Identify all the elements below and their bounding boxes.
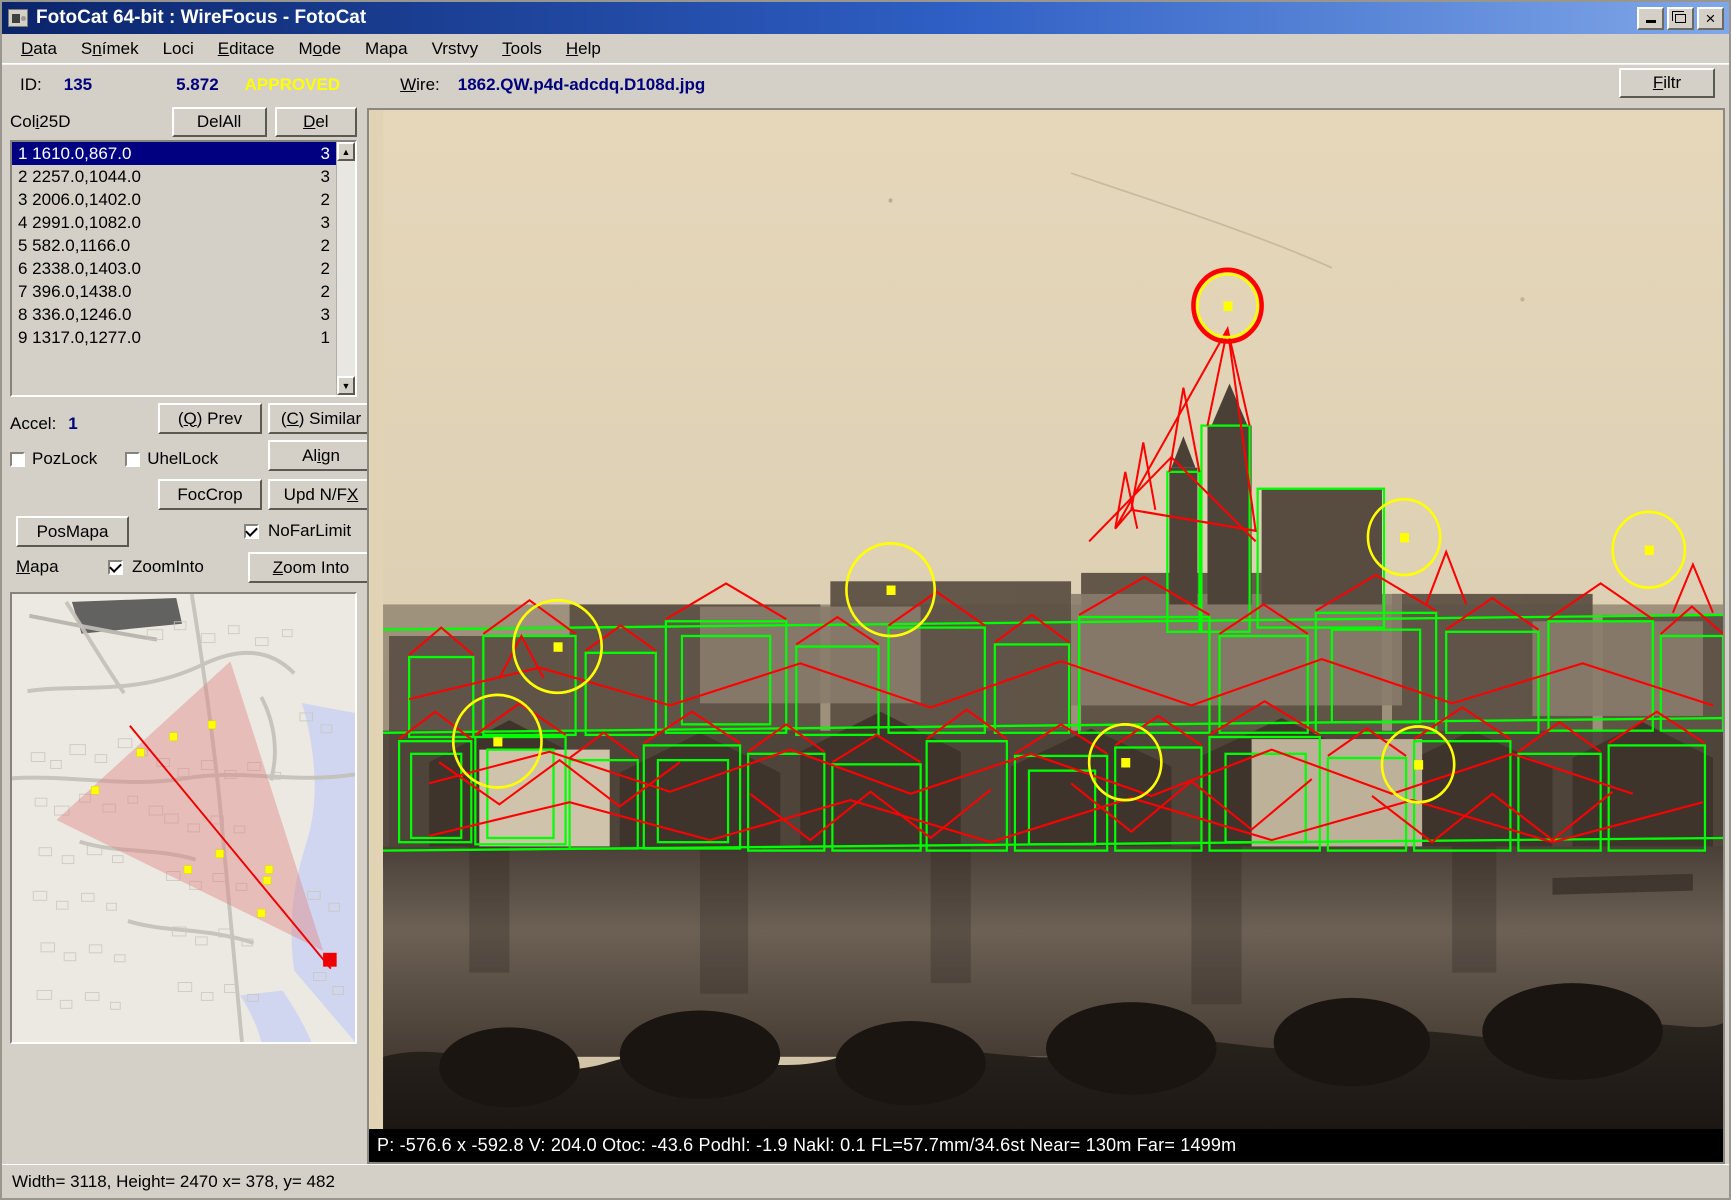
list-item[interactable]: 5 582.0,1166.0 2 [12,234,336,257]
list-item-coords: 6 2338.0,1403.0 [18,258,141,278]
listbox-items: 1 1610.0,867.0 3 2 2257.0,1044.0 3 3 200… [12,142,336,395]
list-item-count: 3 [320,143,330,163]
foccrop-row: FocCrop Upd N/F X [10,479,374,513]
close-button[interactable]: × [1697,6,1724,30]
pozlock-checkbox[interactable] [10,451,25,467]
list-item[interactable]: 8 336.0,1246.0 3 [12,303,336,326]
nofarlimit-label: NoFarLimit [268,521,352,540]
lock-row: PozLock UhelLock Al i gn [10,440,374,475]
window-title: FotoCat 64-bit : WireFocus - FotoCat [36,7,367,28]
list-item-count: 3 [320,166,330,186]
zoom-into-button[interactable]: Zoom Into [248,552,374,583]
list-caption: Coli25D [10,112,71,131]
wire-filename: 1862.QW.p4d-adcdq.D108d.jpg [457,74,706,94]
filtr-button[interactable]: Filtr [1619,68,1715,98]
list-item-coords: 8 336.0,1246.0 [18,304,132,324]
menu-bar: Data Snímek Loci Editace Mode Mapa Vrstv… [2,34,1729,64]
app-icon [8,9,28,27]
similar-button[interactable]: (C) Similar [268,403,374,434]
title-bar: FotoCat 64-bit : WireFocus - FotoCat × [2,2,1729,34]
id-label: ID: [20,74,42,94]
list-item-count: 2 [320,189,330,209]
list-item-count: 2 [320,235,330,255]
list-item-count: 3 [320,304,330,324]
historic-photo[interactable] [369,110,1723,1162]
approval-status-badge: APPROVED [244,74,341,94]
menu-editace[interactable]: Editace [206,37,287,61]
list-item-count: 1 [320,327,330,347]
menu-tools[interactable]: Tools [490,37,554,61]
id-value: 135 [63,74,93,94]
list-item-coords: 4 2991.0,1082.0 [18,212,141,232]
list-item-coords: 5 582.0,1166.0 [18,235,131,255]
photo-svg [369,110,1723,1162]
list-item[interactable]: 2 2257.0,1044.0 3 [12,165,336,188]
list-item-coords: 2 2257.0,1044.0 [18,166,141,186]
posmapa-row: PosMapa NoFarLimit [10,516,357,550]
menu-mapa[interactable]: Mapa [353,37,420,61]
list-item[interactable]: 9 1317.0,1277.0 1 [12,326,336,349]
menu-mode[interactable]: Mode [286,37,353,61]
application-window: FotoCat 64-bit : WireFocus - FotoCat × D… [0,0,1731,1200]
map-thumbnail[interactable] [10,592,357,1044]
camera-position-marker [323,952,337,967]
menu-loci[interactable]: Loci [151,37,206,61]
minimize-button[interactable] [1637,6,1664,30]
align-button[interactable]: Al i gn [268,440,374,471]
menu-help[interactable]: Help [554,37,613,61]
coli-listbox[interactable]: 1 1610.0,867.0 3 2 2257.0,1044.0 3 3 200… [10,140,357,397]
list-item-count: 3 [320,212,330,232]
accel-row: Accel: 1 (Q) Prev (C) Similar [10,403,374,441]
pozlock-label: PozLock [32,449,98,468]
scroll-down-icon[interactable]: ▼ [337,376,355,395]
list-item[interactable]: 1 1610.0,867.0 3 [12,142,336,165]
list-item-coords: 3 2006.0,1402.0 [18,189,141,209]
list-item[interactable]: 4 2991.0,1082.0 3 [12,211,336,234]
list-item-coords: 9 1317.0,1277.0 [18,327,141,347]
list-item-coords: 1 1610.0,867.0 [18,143,132,163]
upd-nf-button[interactable]: Upd N/F X [268,479,374,510]
left-panel: Coli25D DelAll Del 1 1610.0,867.0 3 2 22… [2,104,374,1164]
list-item-coords: 7 396.0,1438.0 [18,281,132,301]
zoominto-checkbox-label: ZoomInto [132,557,204,576]
mapa-row: Mapa ZoomInto Zoom Into [10,552,374,586]
nofarlimit-checkbox[interactable] [244,524,259,539]
scroll-up-icon[interactable]: ▲ [337,142,355,161]
list-item[interactable]: 3 2006.0,1402.0 2 [12,188,336,211]
delall-button[interactable]: DelAll [171,107,267,137]
main-body: Coli25D DelAll Del 1 1610.0,867.0 3 2 22… [2,104,1729,1164]
prev-button[interactable]: (Q) Prev [158,403,262,434]
maximize-button[interactable] [1667,6,1694,30]
scrollbar-track[interactable] [337,161,355,376]
record-info-row: ID: 135 5.872 APPROVED Wire: 1862.QW.p4d… [2,64,1729,104]
uhellock-label: UhelLock [147,449,219,468]
filtr-button-label: iltr [1663,73,1682,92]
posmapa-button[interactable]: PosMapa [16,516,129,547]
foccrop-button[interactable]: FocCrop [158,479,262,510]
zoominto-checkbox[interactable] [108,560,123,575]
listbox-scrollbar[interactable]: ▲ ▼ [336,142,355,395]
window-controls: × [1637,6,1724,30]
accel-label: Accel: [10,414,57,433]
menu-snimek[interactable]: Snímek [69,37,151,61]
del-button[interactable]: Del [274,107,357,137]
mapa-label: Mapa [16,557,59,576]
photo-viewport[interactable]: P: -576.6 x -592.8 V: 204.0 Otoc: -43.6 … [367,108,1725,1164]
list-item[interactable]: 7 396.0,1438.0 2 [12,280,336,303]
accel-value: 1 [68,414,78,433]
list-header: Coli25D DelAll Del [10,104,357,140]
list-item-count: 2 [320,258,330,278]
score-value: 5.872 [176,74,219,94]
status-bar: Width= 3118, Height= 2470 x= 378, y= 482 [2,1164,1729,1198]
photo-status-overlay: P: -576.6 x -592.8 V: 204.0 Otoc: -43.6 … [369,1129,1723,1162]
map-svg [12,594,355,1042]
list-item[interactable]: 6 2338.0,1403.0 2 [12,257,336,280]
menu-data[interactable]: Data [9,37,69,61]
photo-panel: P: -576.6 x -592.8 V: 204.0 Otoc: -43.6 … [365,104,1729,1164]
menu-vrstvy[interactable]: Vrstvy [420,37,491,61]
list-item-count: 2 [320,281,330,301]
uhellock-checkbox[interactable] [125,451,141,467]
